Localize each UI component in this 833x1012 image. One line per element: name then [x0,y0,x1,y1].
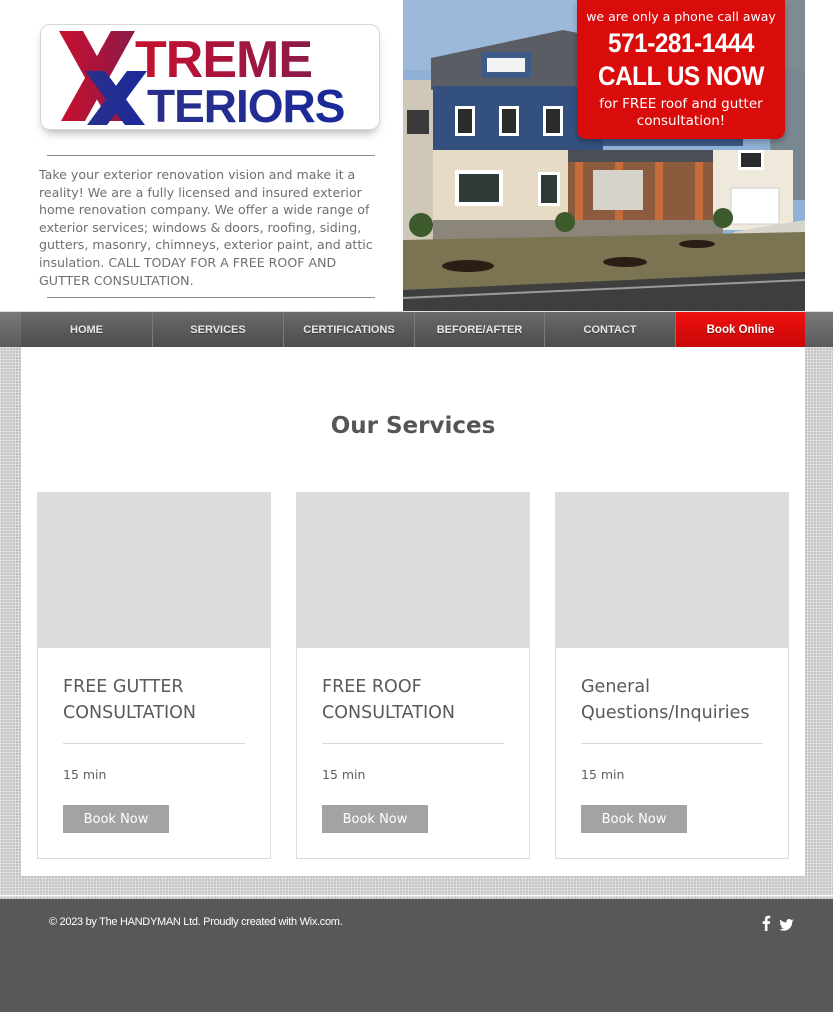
logo-line2: TERIORS [147,80,344,130]
nav-bar-right-edge [805,312,833,347]
footer-divider [0,895,833,896]
card-divider [322,743,504,744]
card-divider [63,743,245,744]
site-footer: © 2023 by The HANDYMAN Ltd. Proudly crea… [0,899,833,1012]
nav-item-before-after[interactable]: BEFORE/AFTER [415,312,545,347]
service-card[interactable]: FREE ROOF CONSULTATION 15 min Book Now [296,492,530,859]
copyright-text: © 2023 by The HANDYMAN Ltd. Proudly crea… [49,916,343,928]
service-card[interactable]: General Questions/Inquiries 15 min Book … [555,492,789,859]
service-card[interactable]: FREE GUTTER CONSULTATION 15 min Book Now [37,492,271,859]
nav-bar-left-edge [0,312,21,347]
book-now-button[interactable]: Book Now [322,805,428,833]
section-title: Our Services [330,413,496,439]
facebook-icon[interactable] [761,915,771,935]
service-image-placeholder [297,493,529,648]
service-name[interactable]: FREE GUTTER CONSULTATION [63,675,263,726]
twitter-icon[interactable] [779,916,794,935]
main-nav: HOME SERVICES CERTIFICATIONS BEFORE/AFTE… [21,312,805,347]
services-section: Our Services FREE GUTTER CONSULTATION 15… [21,347,805,876]
callout-subtext: for FREE roof and gutter consultation! [599,96,763,129]
service-image-placeholder [38,493,270,648]
nav-item-home[interactable]: HOME [21,312,153,347]
service-duration: 15 min [581,767,625,782]
card-divider [581,743,763,744]
callout-phone[interactable]: 571-281-1444 [587,28,774,59]
site-logo[interactable]: TREME TERIORS [40,24,380,130]
call-us-callout[interactable]: we are only a phone call away 571-281-14… [577,0,785,139]
nav-item-services[interactable]: SERVICES [153,312,284,347]
social-links [761,915,794,935]
intro-text: Take your exterior renovation vision and… [39,167,373,288]
callout-cta: CALL US NOW [597,61,765,91]
service-name[interactable]: General Questions/Inquiries [581,675,781,726]
service-name[interactable]: FREE ROOF CONSULTATION [322,675,522,726]
book-now-button[interactable]: Book Now [581,805,687,833]
divider-bottom [47,297,375,298]
service-image-placeholder [556,493,788,648]
service-duration: 15 min [63,767,107,782]
nav-item-contact[interactable]: CONTACT [545,312,676,347]
divider-top [47,155,375,156]
service-duration: 15 min [322,767,366,782]
nav-item-book-online[interactable]: Book Online [676,312,805,347]
callout-tagline: we are only a phone call away [586,9,776,24]
nav-item-certifications[interactable]: CERTIFICATIONS [284,312,415,347]
book-now-button[interactable]: Book Now [63,805,169,833]
